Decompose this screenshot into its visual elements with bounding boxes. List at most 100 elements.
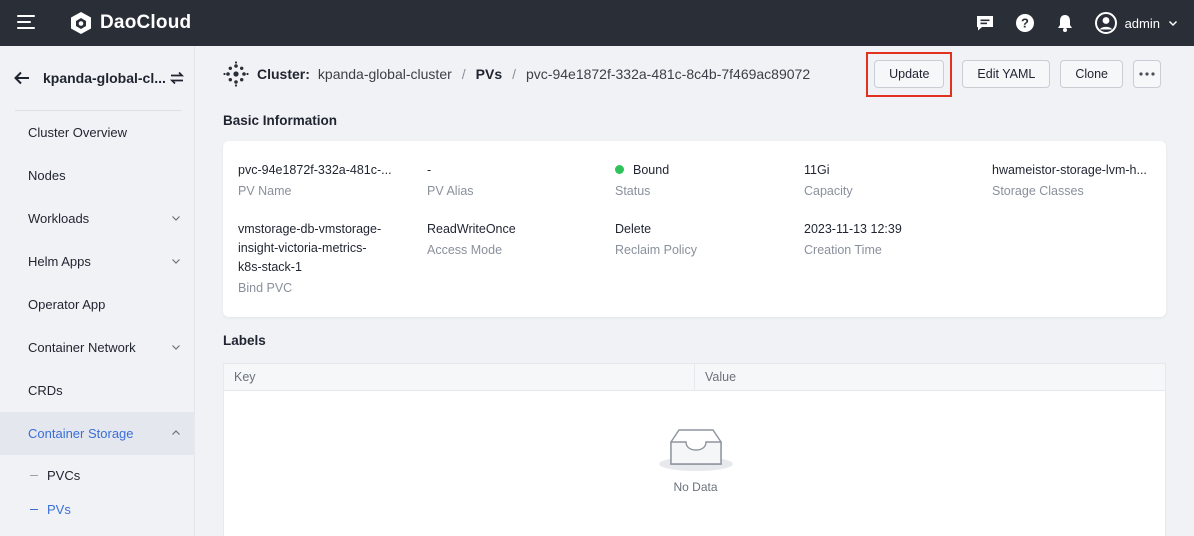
capacity-value: 11Gi xyxy=(804,163,830,177)
empty-text: No Data xyxy=(673,480,718,494)
cluster-name[interactable]: kpanda-global-cl... xyxy=(43,70,165,86)
field-status: Bound Status xyxy=(615,161,669,198)
sidebar-item-cluster-overview[interactable]: Cluster Overview xyxy=(0,111,195,154)
daocloud-logo-icon xyxy=(71,12,91,34)
clone-button[interactable]: Clone xyxy=(1060,60,1123,88)
reclaim-policy-value: Delete xyxy=(615,222,652,236)
access-mode-value: ReadWriteOnce xyxy=(427,222,516,236)
sidebar-nav: Cluster Overview Nodes Workloads Helm Ap… xyxy=(0,111,195,526)
chevron-up-icon xyxy=(172,430,180,435)
sidebar-subitem-pvcs[interactable]: PVCs xyxy=(0,458,195,492)
storage-class-label: Storage Classes xyxy=(992,184,1084,198)
sidebar-item-label: Cluster Overview xyxy=(28,125,127,140)
creation-time-label: Creation Time xyxy=(804,243,882,257)
chevron-down-icon xyxy=(172,345,180,350)
breadcrumb-separator: / xyxy=(512,66,517,82)
reclaim-policy-label: Reclaim Policy xyxy=(615,243,697,257)
sidebar-item-label: Container Storage xyxy=(28,426,134,441)
bind-pvc-line: k8s-stack-1 xyxy=(238,260,302,274)
chevron-down-icon xyxy=(1168,20,1178,27)
edit-yaml-button[interactable]: Edit YAML xyxy=(962,60,1051,88)
sidebar-item-nodes[interactable]: Nodes xyxy=(0,154,195,197)
field-pv-name: pvc-94e1872f-332a-481c-... PV Name xyxy=(238,161,392,198)
basic-info-title: Basic Information xyxy=(223,113,338,128)
breadcrumb-cluster-link[interactable]: kpanda-global-cluster xyxy=(318,66,452,82)
sidebar-item-label: Operator App xyxy=(28,297,106,312)
action-bar: Update Edit YAML Clone xyxy=(866,51,1161,97)
empty-inbox-icon xyxy=(658,429,733,471)
sidebar-item-container-storage[interactable]: Container Storage xyxy=(0,412,195,455)
brand[interactable]: DaoCloud xyxy=(68,10,191,36)
empty-state: No Data xyxy=(224,424,1167,494)
pv-name-label: PV Name xyxy=(238,184,292,198)
user-avatar-icon xyxy=(1094,12,1117,34)
pv-alias-value: - xyxy=(427,163,432,177)
menu-icon[interactable] xyxy=(17,15,35,31)
labels-table: Key Value No Data xyxy=(223,363,1166,536)
sidebar-item-label: Helm Apps xyxy=(28,254,91,269)
bind-pvc-label: Bind PVC xyxy=(238,281,293,295)
sidebar-item-label: Container Network xyxy=(28,340,136,355)
field-pv-alias: - PV Alias xyxy=(427,161,474,198)
chevron-down-icon xyxy=(172,216,180,221)
user-menu[interactable]: admin xyxy=(1094,12,1178,34)
column-header-value: Value xyxy=(705,370,737,384)
bind-pvc-value[interactable]: vmstorage-db-vmstorage- insight-victoria… xyxy=(238,220,381,277)
sidebar-subitem-label: PVs xyxy=(47,501,71,517)
back-arrow-icon[interactable] xyxy=(12,68,32,88)
username: admin xyxy=(1124,15,1160,31)
sidebar-item-workloads[interactable]: Workloads xyxy=(0,197,195,240)
bind-pvc-line: vmstorage-db-vmstorage- xyxy=(238,222,382,236)
table-header: Key Value xyxy=(224,364,1165,391)
bell-icon[interactable] xyxy=(1055,13,1075,33)
breadcrumb: Cluster: kpanda-global-cluster / PVs / p… xyxy=(223,61,811,87)
breadcrumb-current: pvc-94e1872f-332a-481c-8c4b-7f469ac89072 xyxy=(526,66,811,82)
creation-time-value: 2023-11-13 12:39 xyxy=(804,222,902,236)
main-content: Cluster: kpanda-global-cluster / PVs / p… xyxy=(196,46,1194,536)
bind-pvc-line: insight-victoria-metrics- xyxy=(238,241,367,255)
sidebar-subitem-label: PVCs xyxy=(47,467,81,483)
sidebar-subitem-pvs[interactable]: PVs xyxy=(0,492,195,526)
breadcrumb-separator: / xyxy=(461,66,466,82)
sidebar-item-container-network[interactable]: Container Network xyxy=(0,326,195,369)
column-header-key: Key xyxy=(224,364,695,390)
capacity-label: Capacity xyxy=(804,184,853,198)
sidebar-item-helm-apps[interactable]: Helm Apps xyxy=(0,240,195,283)
sidebar-item-label: Workloads xyxy=(28,211,90,226)
sidebar-item-operator-app[interactable]: Operator App xyxy=(0,283,195,326)
cluster-icon xyxy=(223,61,249,87)
sidebar-item-crds[interactable]: CRDs xyxy=(0,369,195,412)
status-dot-icon xyxy=(615,165,624,175)
pv-alias-label: PV Alias xyxy=(427,184,474,198)
message-icon[interactable] xyxy=(975,13,995,33)
update-highlight: Update xyxy=(866,51,953,97)
svg-text:?: ? xyxy=(1021,16,1029,31)
status-value: Bound xyxy=(633,163,670,177)
sidebar-item-label: Nodes xyxy=(28,168,66,183)
access-mode-label: Access Mode xyxy=(427,243,503,257)
sidebar: kpanda-global-cl... Cluster Overview Nod… xyxy=(0,46,195,536)
sidebar-item-label: CRDs xyxy=(28,383,63,398)
help-icon[interactable]: ? xyxy=(1015,13,1035,33)
basic-info-card: pvc-94e1872f-332a-481c-... PV Name - PV … xyxy=(223,141,1166,317)
storage-class-value[interactable]: hwameistor-storage-lvm-h... xyxy=(992,161,1147,180)
update-button[interactable]: Update xyxy=(874,59,945,88)
brand-name: DaoCloud xyxy=(100,12,192,33)
chevron-down-icon xyxy=(172,259,180,264)
more-icon xyxy=(1139,72,1155,76)
labels-title: Labels xyxy=(223,333,266,348)
breadcrumb-pvs-link[interactable]: PVs xyxy=(476,66,502,82)
field-creation-time: 2023-11-13 12:39 Creation Time xyxy=(804,220,902,257)
breadcrumb-cluster-label: Cluster: xyxy=(257,66,310,82)
field-access-mode: ReadWriteOnce Access Mode xyxy=(427,220,516,257)
field-bind-pvc: vmstorage-db-vmstorage- insight-victoria… xyxy=(238,220,381,295)
status-label: Status xyxy=(615,184,651,198)
switch-cluster-icon[interactable] xyxy=(168,69,186,87)
top-bar: DaoCloud ? admin xyxy=(0,0,1194,46)
more-actions-button[interactable] xyxy=(1133,60,1161,88)
pv-name-value: pvc-94e1872f-332a-481c-... xyxy=(238,163,392,177)
field-storage-classes: hwameistor-storage-lvm-h... Storage Clas… xyxy=(992,161,1147,198)
field-capacity: 11Gi Capacity xyxy=(804,161,853,198)
status-badge: Bound xyxy=(615,161,669,180)
field-reclaim-policy: Delete Reclaim Policy xyxy=(615,220,697,257)
